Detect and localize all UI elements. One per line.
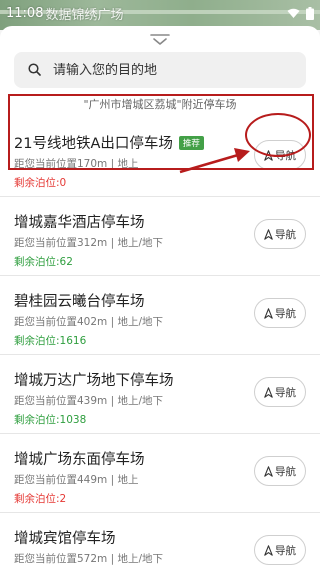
parking-lot-item[interactable]: 增城广场东面停车场距您当前位置449m | 地上 剩余泊位:2 导航: [0, 434, 320, 513]
parking-lot-distance: 距您当前位置439m | 地上/地下: [14, 395, 164, 407]
navigation-arrow-icon: [264, 228, 273, 240]
status-bar: 11:08 数据锦绣广场: [0, 0, 320, 26]
navigate-label: 导航: [275, 465, 296, 478]
parking-lot-title: 增城嘉华酒店停车场: [14, 215, 145, 231]
parking-lot-name: 增城宾馆停车场: [14, 527, 116, 548]
navigate-label: 导航: [275, 228, 296, 241]
parking-lot-item[interactable]: 增城嘉华酒店停车场距您当前位置312m | 地上/地下 剩余泊位:62 导航: [0, 197, 320, 276]
parking-lot-spaces: 剩余泊位:62: [14, 256, 73, 268]
search-icon: [28, 61, 41, 80]
navigate-button[interactable]: 导航: [254, 456, 306, 486]
parking-lot-name: 21号线地铁A出口停车场 推荐: [14, 132, 204, 153]
navigate-button[interactable]: 导航: [254, 377, 306, 407]
collapse-handle-icon[interactable]: [149, 32, 171, 46]
parking-lot-name: 增城万达广场地下停车场: [14, 369, 174, 390]
navigate-button[interactable]: 导航: [254, 140, 306, 170]
navigation-arrow-icon: [264, 307, 273, 319]
parking-lot-name: 碧桂园云曦台停车场: [14, 290, 145, 311]
recommended-badge: 推荐: [178, 136, 204, 150]
parking-lot-spaces: 剩余泊位:1038: [14, 414, 87, 426]
wifi-icon: [287, 8, 300, 19]
parking-lot-distance: 距您当前位置402m | 地上/地下: [14, 316, 164, 328]
parking-lot-name: 增城广场东面停车场: [14, 448, 145, 469]
navigation-arrow-icon: [264, 149, 273, 161]
parking-lot-name: 增城嘉华酒店停车场: [14, 211, 145, 232]
parking-lot-title: 21号线地铁A出口停车场: [14, 136, 173, 152]
navigate-label: 导航: [275, 386, 296, 399]
parking-lot-spaces: 剩余泊位:0: [14, 177, 67, 189]
region-hint: "广州市增城区荔城"附近停车场: [83, 98, 237, 111]
navigation-arrow-icon: [264, 544, 273, 556]
parking-lot-list: 21号线地铁A出口停车场 推荐 距您当前位置170m | 地上 剩余泊位:0 导航 增城嘉…: [0, 118, 320, 568]
navigate-label: 导航: [275, 307, 296, 320]
parking-lot-title: 增城万达广场地下停车场: [14, 373, 174, 389]
parking-sheet: "广州市增城区荔城"附近停车场 21号线地铁A出口停车场推荐距您当前位置170m…: [0, 26, 320, 568]
search-box[interactable]: [14, 52, 306, 88]
navigation-arrow-icon: [264, 465, 273, 477]
navigate-button[interactable]: 导航: [254, 535, 306, 565]
navigation-arrow-icon: [264, 386, 273, 398]
parking-lot-distance: 距您当前位置572m | 地上/地下: [14, 553, 164, 565]
parking-lot-title: 碧桂园云曦台停车场: [14, 294, 145, 310]
parking-lot-distance: 距您当前位置449m | 地上: [14, 474, 139, 486]
navigate-button[interactable]: 导航: [254, 298, 306, 328]
status-icons: [287, 6, 314, 20]
battery-icon: [306, 6, 314, 20]
destination-search-input[interactable]: [53, 62, 283, 78]
parking-lot-distance: 距您当前位置170m | 地上: [14, 158, 139, 170]
parking-lot-spaces: 剩余泊位:1616: [14, 335, 87, 347]
parking-lot-item[interactable]: 碧桂园云曦台停车场距您当前位置402m | 地上/地下 剩余泊位:1616 导航: [0, 276, 320, 355]
parking-lot-distance: 距您当前位置312m | 地上/地下: [14, 237, 164, 249]
parking-lot-item[interactable]: 增城万达广场地下停车场距您当前位置439m | 地上/地下 剩余泊位:1038 导航: [0, 355, 320, 434]
navigate-label: 导航: [275, 544, 296, 557]
map-label: 数据锦绣广场: [45, 7, 124, 23]
parking-lot-item[interactable]: 21号线地铁A出口停车场 推荐距您当前位置170m | 地上 剩余泊位:0 导航: [0, 118, 320, 197]
parking-lot-item[interactable]: 增城宾馆停车场距您当前位置572m | 地上/地下剩余泊位:86导航: [0, 513, 320, 568]
parking-lot-spaces: 剩余泊位:2: [14, 493, 67, 505]
navigate-label: 导航: [275, 149, 296, 162]
parking-lot-title: 增城广场东面停车场: [14, 452, 145, 468]
status-time: 11:08: [6, 5, 44, 21]
parking-lot-title: 增城宾馆停车场: [14, 531, 116, 547]
navigate-button[interactable]: 导航: [254, 219, 306, 249]
